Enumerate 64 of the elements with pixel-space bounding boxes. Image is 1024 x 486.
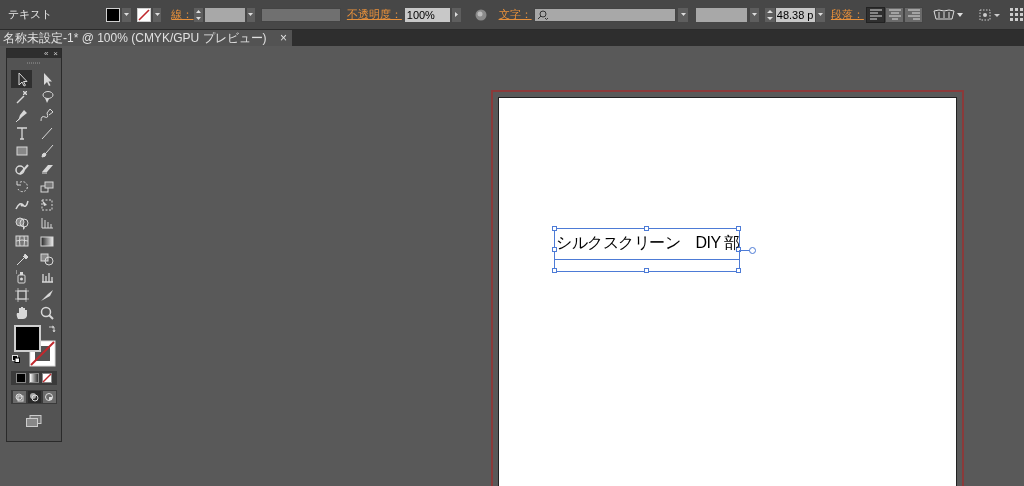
scale-icon bbox=[38, 179, 55, 195]
caret-icon bbox=[154, 13, 160, 16]
stroke-weight-field[interactable] bbox=[205, 7, 245, 22]
paintbrush-icon bbox=[38, 143, 55, 159]
mode-label: テキスト bbox=[8, 7, 53, 23]
opacity-label: 不透明度： bbox=[346, 7, 403, 23]
color-button[interactable] bbox=[16, 373, 26, 383]
caret-icon bbox=[248, 13, 254, 16]
behind-mode-icon bbox=[29, 392, 39, 402]
stepper-icon[interactable] bbox=[764, 7, 775, 22]
artboard-icon bbox=[13, 287, 30, 303]
stroke-label: 線： bbox=[171, 7, 194, 23]
caret-icon[interactable] bbox=[956, 12, 963, 17]
draw-inside-button[interactable] bbox=[42, 391, 56, 403]
character-label: 文字： bbox=[498, 7, 533, 23]
fill-swatch[interactable] bbox=[106, 7, 121, 22]
close-button[interactable]: × bbox=[280, 30, 287, 46]
grid-icon[interactable] bbox=[1010, 7, 1024, 22]
zoom-icon bbox=[38, 305, 55, 321]
fill-color-swatch[interactable] bbox=[14, 325, 41, 352]
align-right-icon bbox=[905, 7, 922, 22]
rotate-icon bbox=[13, 179, 30, 195]
normal-mode-icon bbox=[14, 392, 24, 402]
font-search-field[interactable] bbox=[533, 7, 677, 22]
align-left-icon bbox=[867, 7, 884, 22]
type-on-path-icon[interactable] bbox=[933, 8, 955, 21]
rectangle-icon bbox=[13, 143, 30, 159]
dotted-square-icon[interactable] bbox=[978, 8, 1001, 21]
align-center-button[interactable] bbox=[885, 6, 905, 23]
globe-icon[interactable] bbox=[474, 8, 487, 21]
mesh-icon bbox=[13, 233, 30, 249]
align-right-button[interactable] bbox=[904, 6, 924, 23]
free-transform-icon bbox=[38, 197, 55, 213]
document-tab[interactable]: 名称未設定-1* @ 100% (CMYK/GPU プレビュー) × bbox=[0, 30, 292, 46]
curvature-icon bbox=[38, 107, 55, 123]
shape-builder-icon bbox=[13, 215, 30, 231]
screen-mode-icon[interactable] bbox=[26, 415, 42, 427]
caret-icon bbox=[817, 13, 823, 16]
caret-icon bbox=[680, 13, 686, 16]
close-button[interactable]: × bbox=[53, 49, 58, 58]
inside-mode-icon bbox=[44, 392, 54, 402]
stroke-none-swatch[interactable] bbox=[136, 7, 151, 22]
tab-title: 名称未設定-1* @ 100% (CMYK/GPU プレビュー) bbox=[2, 30, 267, 46]
pen-icon bbox=[13, 107, 30, 123]
triangle-icon bbox=[454, 12, 458, 17]
collapse-button[interactable]: « bbox=[43, 49, 49, 58]
caret-icon bbox=[752, 13, 758, 16]
font-size-field[interactable]: 48.38 p bbox=[775, 7, 816, 22]
opacity-field[interactable]: 100% bbox=[404, 7, 450, 22]
none-button[interactable] bbox=[42, 373, 52, 383]
gradient-icon bbox=[38, 233, 55, 249]
paragraph-label: 段落： bbox=[830, 7, 865, 23]
align-center-icon bbox=[886, 7, 903, 22]
font-style-field[interactable] bbox=[696, 7, 748, 22]
stepper-icon[interactable] bbox=[194, 7, 204, 22]
selection-tool[interactable] bbox=[11, 70, 32, 88]
swap-arrows-icon[interactable] bbox=[48, 325, 56, 333]
gradient-button[interactable] bbox=[29, 373, 39, 383]
search-icon bbox=[536, 9, 548, 20]
blend-icon bbox=[38, 251, 55, 267]
caret-icon bbox=[123, 13, 129, 16]
align-left-button[interactable] bbox=[866, 6, 886, 23]
draw-normal-button[interactable] bbox=[12, 391, 26, 403]
draw-behind-button[interactable] bbox=[27, 391, 41, 403]
